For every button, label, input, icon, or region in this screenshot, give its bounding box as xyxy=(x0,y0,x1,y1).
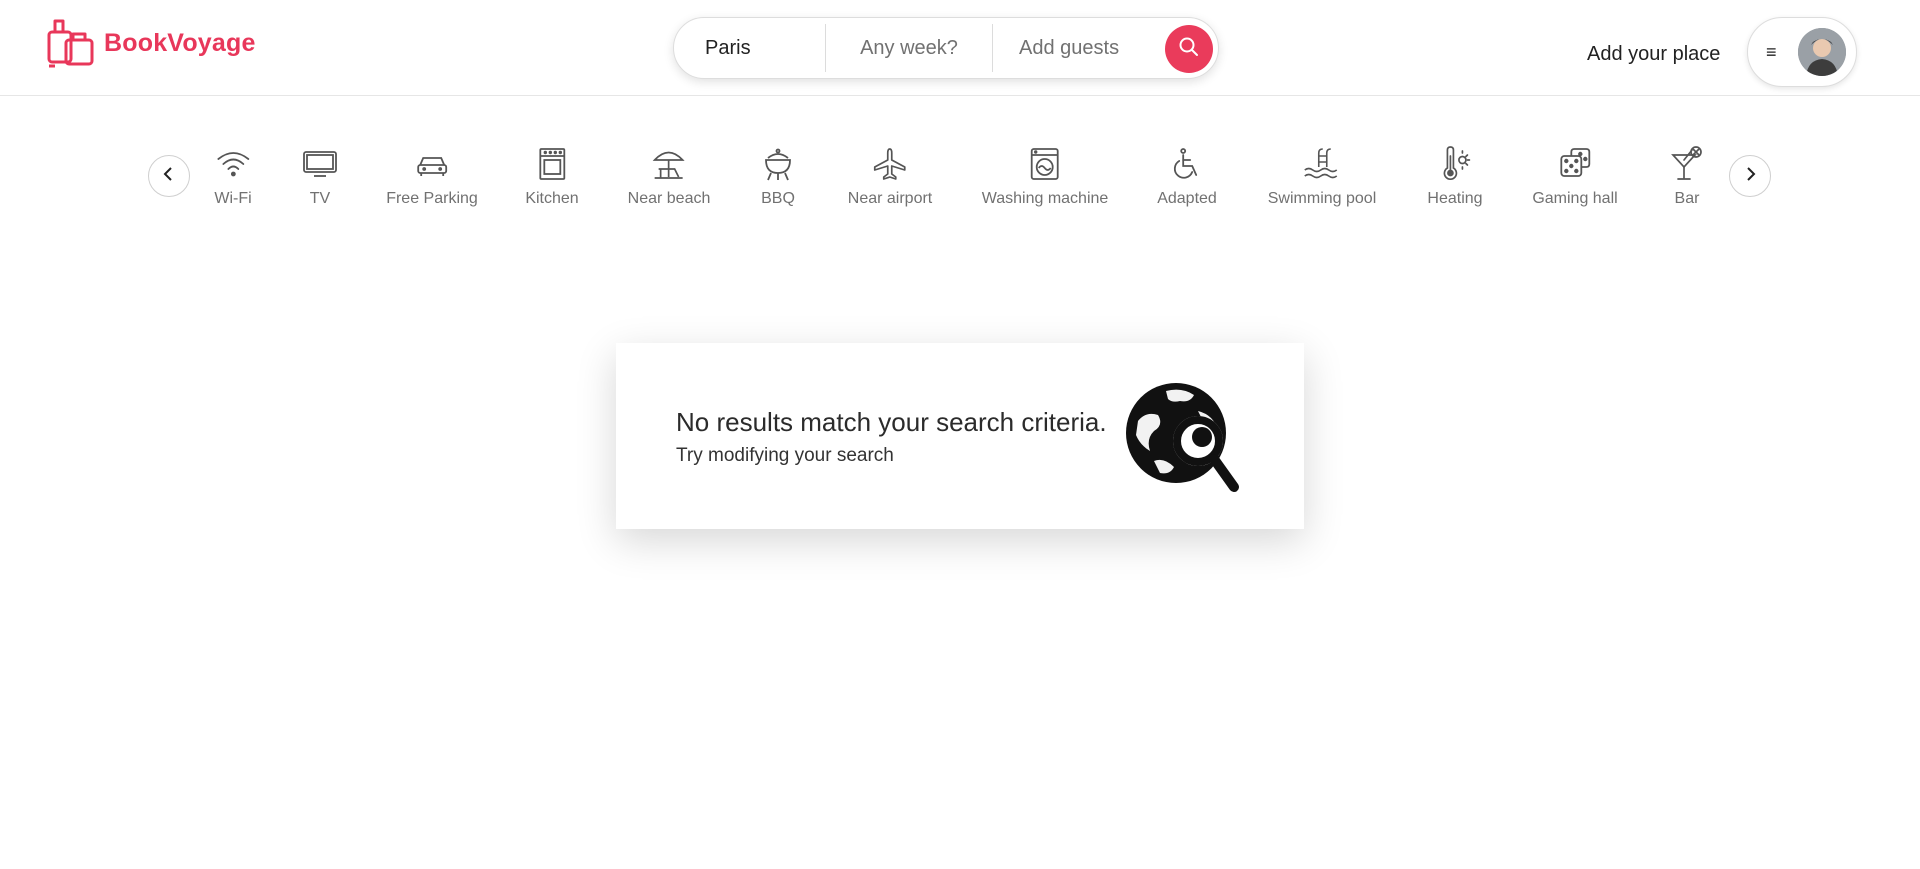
airplane-icon xyxy=(872,146,908,182)
category-label: Near airport xyxy=(847,190,933,207)
category-heating[interactable]: Heating xyxy=(1427,146,1483,208)
no-results-title: No results match your search criteria. xyxy=(676,407,1107,437)
chevron-right-icon xyxy=(1743,166,1757,187)
category-filter-bar: Wi-Fi TV Free Parking Kitchen Near beach… xyxy=(0,140,1920,216)
category-label: Near beach xyxy=(627,190,711,207)
category-label: Bar xyxy=(1674,190,1700,207)
top-header: BookVoyage Paris Any week? Add guests Ad… xyxy=(0,0,1920,96)
category-tv[interactable]: TV xyxy=(302,146,338,208)
brand-name: BookVoyage xyxy=(104,28,256,57)
pool-icon xyxy=(1303,146,1341,182)
tv-icon xyxy=(302,146,338,182)
category-near-beach[interactable]: Near beach xyxy=(627,146,711,208)
luggage-icon xyxy=(46,18,98,68)
search-icon xyxy=(1178,36,1200,63)
user-menu-button[interactable]: ≡ xyxy=(1747,17,1857,87)
category-washing-machine[interactable]: Washing machine xyxy=(981,146,1109,208)
washing-machine-icon xyxy=(1029,146,1061,182)
thermometer-icon xyxy=(1438,146,1472,182)
wifi-icon xyxy=(215,146,251,182)
category-label: Free Parking xyxy=(386,190,478,207)
globe-search-icon xyxy=(1124,381,1242,504)
category-label: Adapted xyxy=(1157,190,1217,207)
search-dates-field[interactable]: Any week? xyxy=(826,24,993,72)
category-label: BBQ xyxy=(761,190,795,207)
category-kitchen[interactable]: Kitchen xyxy=(525,146,579,208)
chevron-left-icon xyxy=(162,166,176,187)
grill-icon xyxy=(761,146,795,182)
oven-icon xyxy=(536,146,568,182)
no-results-card: No results match your search criteria. T… xyxy=(616,343,1304,529)
category-wifi[interactable]: Wi-Fi xyxy=(214,146,252,208)
category-free-parking[interactable]: Free Parking xyxy=(386,146,478,208)
search-location-field[interactable]: Paris xyxy=(674,24,826,72)
category-label: Wi-Fi xyxy=(214,190,252,207)
brand-logo[interactable]: BookVoyage xyxy=(46,18,256,68)
cocktail-icon xyxy=(1670,146,1704,182)
category-next-button[interactable] xyxy=(1729,155,1771,197)
hamburger-icon: ≡ xyxy=(1766,41,1777,62)
search-guests-field[interactable]: Add guests xyxy=(993,24,1169,72)
wheelchair-icon xyxy=(1170,146,1204,182)
category-label: Gaming hall xyxy=(1532,190,1618,207)
search-button[interactable] xyxy=(1165,25,1213,73)
category-bbq[interactable]: BBQ xyxy=(761,146,795,208)
category-label: Swimming pool xyxy=(1267,190,1377,207)
dice-icon xyxy=(1558,146,1592,182)
category-label: TV xyxy=(309,190,331,207)
avatar xyxy=(1798,28,1846,76)
category-bar[interactable]: Bar xyxy=(1670,146,1704,208)
add-your-place-link[interactable]: Add your place xyxy=(1587,43,1720,66)
category-swimming-pool[interactable]: Swimming pool xyxy=(1268,146,1376,208)
beach-umbrella-icon xyxy=(651,146,687,182)
category-label: Washing machine xyxy=(981,190,1109,207)
car-icon xyxy=(414,146,450,182)
search-bar[interactable]: Paris Any week? Add guests xyxy=(673,17,1219,79)
category-label: Heating xyxy=(1427,190,1483,207)
category-near-airport[interactable]: Near airport xyxy=(848,146,932,208)
no-results-subtitle: Try modifying your search xyxy=(676,445,894,466)
category-adapted[interactable]: Adapted xyxy=(1157,146,1217,208)
category-prev-button[interactable] xyxy=(148,155,190,197)
category-gaming-hall[interactable]: Gaming hall xyxy=(1532,146,1618,208)
category-label: Kitchen xyxy=(525,190,579,207)
